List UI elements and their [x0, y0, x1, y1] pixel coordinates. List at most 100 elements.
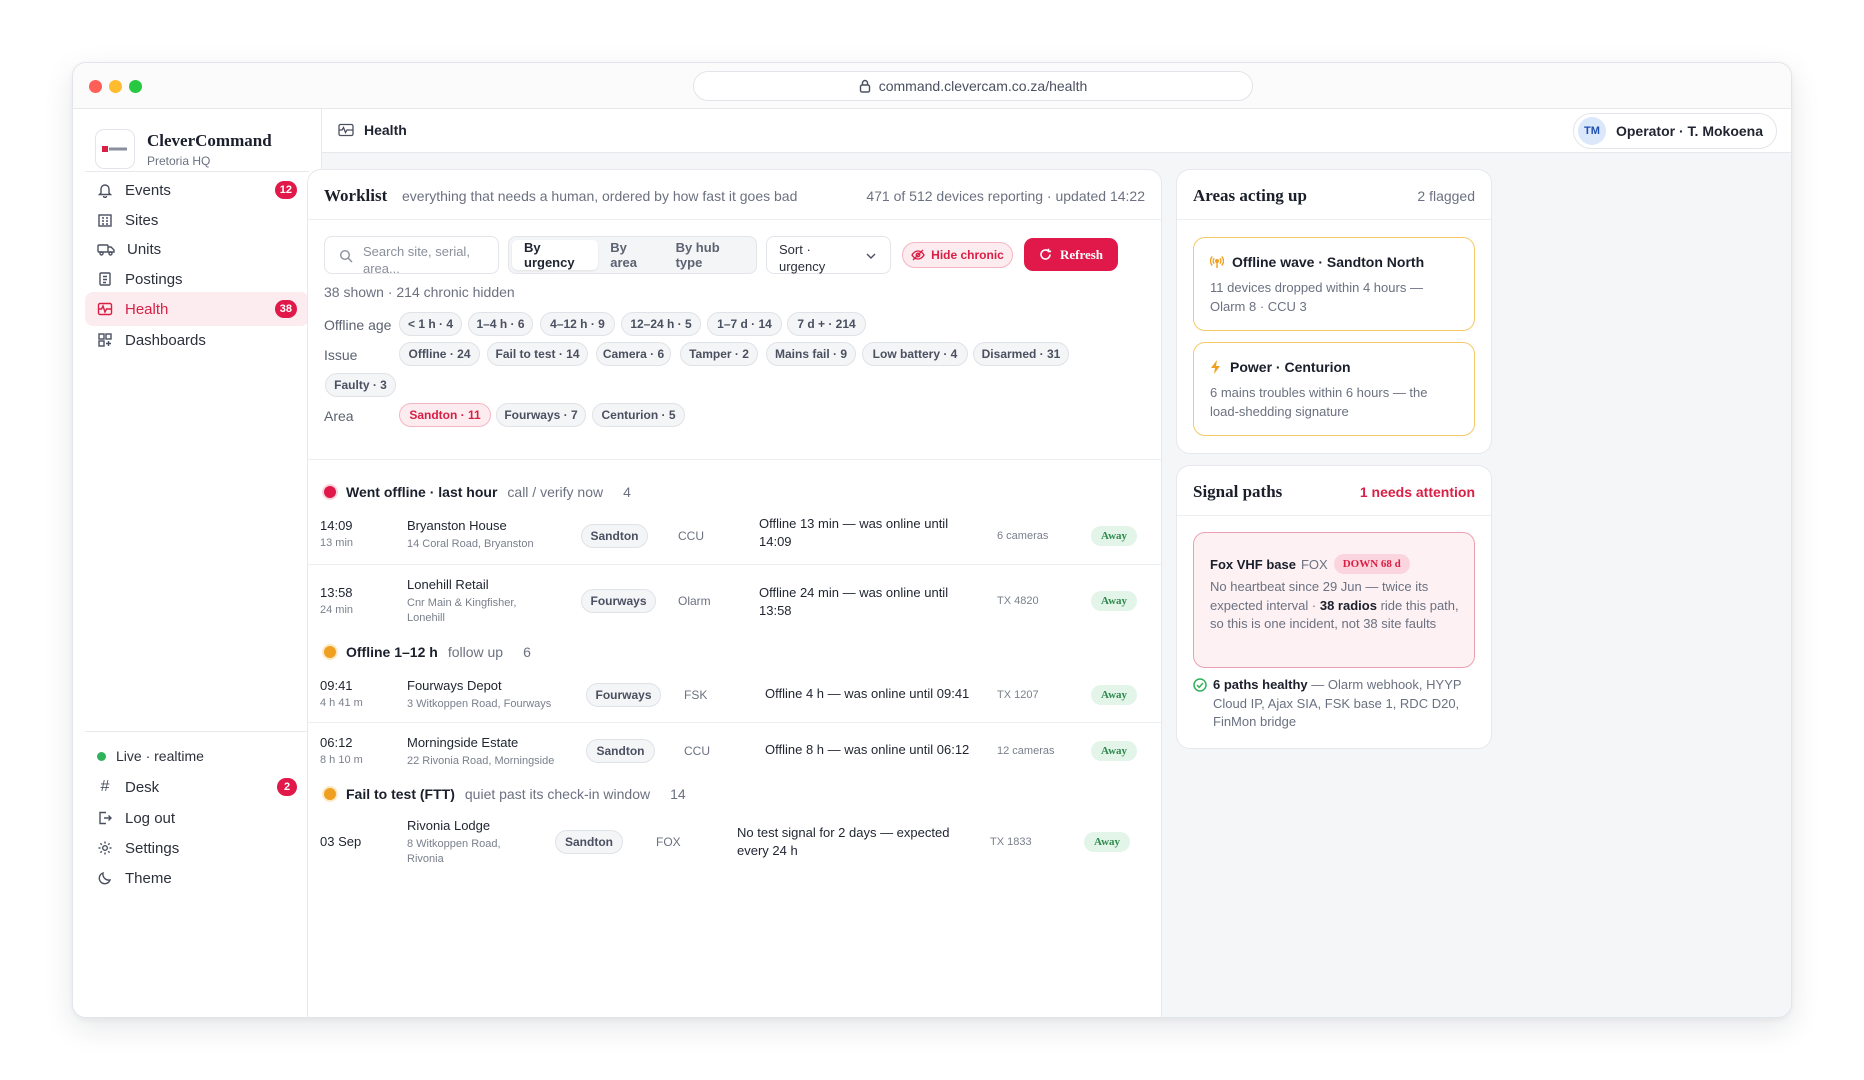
- row-state-badge: Away: [1084, 832, 1130, 852]
- row-meta: TX 1207: [997, 689, 1039, 701]
- worklist-header: Worklist everything that needs a human, …: [308, 170, 1161, 220]
- row-description: Offline 13 min — was online until 14:09: [759, 516, 949, 549]
- table-row[interactable]: 06:12 8 h 10 m Morningside Estate 22 Riv…: [308, 723, 1161, 779]
- sidebar-footer-divider: [85, 731, 309, 732]
- sidebar-item-label: Dashboards: [125, 331, 206, 349]
- filter-chip-issue-battery[interactable]: Low battery · 4: [862, 342, 968, 366]
- alert-offline-wave[interactable]: Offline wave · Sandton North 11 devices …: [1193, 237, 1475, 331]
- sidebar-item-theme[interactable]: Theme: [85, 861, 309, 895]
- filter-chip-area-fourways[interactable]: Fourways · 7: [496, 403, 586, 427]
- search-input[interactable]: Search site, serial, area...: [324, 236, 499, 276]
- fox-title-row: Fox VHF base FOX DOWN 68 d: [1210, 554, 1410, 574]
- filter-chip-issue-ftt[interactable]: Fail to test · 14: [487, 342, 588, 366]
- row-area-chip[interactable]: Fourways: [586, 683, 661, 707]
- row-hub-type: CCU: [684, 744, 710, 758]
- bell-icon: [97, 184, 113, 198]
- sidebar-item-units[interactable]: Units: [85, 232, 309, 266]
- sidebar-item-health[interactable]: Health 38: [85, 292, 309, 326]
- logout-icon: [99, 811, 112, 825]
- filter-chip-issue-offline[interactable]: Offline · 24: [399, 342, 480, 366]
- page-header: Health TM Operator · T. Mokoena: [322, 109, 1791, 153]
- sort-select-value: Sort · urgency: [779, 242, 826, 274]
- group-note: follow up: [447, 644, 504, 660]
- refresh-button[interactable]: Refresh: [1024, 238, 1118, 271]
- row-time: 09:41: [320, 678, 353, 693]
- row-meta: TX 1833: [990, 836, 1032, 848]
- sort-select[interactable]: Sort · urgency: [766, 236, 891, 274]
- issue-label: Issue: [324, 347, 358, 363]
- alert-title: Offline wave · Sandton North: [1232, 254, 1425, 270]
- signal-paths-title: Signal paths: [1193, 482, 1283, 501]
- status-badge: DOWN 68 d: [1333, 554, 1410, 574]
- filter-chip-issue-camera[interactable]: Camera · 6: [596, 342, 671, 366]
- row-hub-type: Olarm: [678, 594, 711, 608]
- row-time: 13:58: [320, 585, 353, 600]
- address-bar[interactable]: command.clevercam.co.za/health: [693, 71, 1253, 101]
- group-title: Offline 1–12 h: [346, 644, 438, 660]
- table-row[interactable]: 09:41 4 h 41 m Fourways Depot 3 Witkoppe…: [308, 670, 1161, 723]
- row-meta: 6 cameras: [997, 530, 1049, 542]
- offline-age-label: Offline age: [324, 317, 392, 333]
- row-area-chip[interactable]: Sandton: [581, 524, 648, 548]
- row-duration: 13 min: [320, 537, 354, 549]
- minimize-window-dot[interactable]: [109, 80, 122, 93]
- filter-chip-age-4-12h[interactable]: 4–12 h · 9: [540, 312, 615, 336]
- sidebar-item-desk[interactable]: # Desk 2: [85, 770, 309, 804]
- sidebar-item-logout[interactable]: Log out: [85, 801, 309, 835]
- bolt-icon: [1211, 360, 1220, 374]
- operator-menu[interactable]: TM Operator · T. Mokoena: [1572, 113, 1777, 149]
- row-hub-type: FOX: [656, 835, 681, 849]
- row-address: 8 Witkoppen Road, Rivonia: [407, 838, 501, 865]
- worklist-panel: Worklist everything that needs a human, …: [307, 169, 1162, 1017]
- filters-divider: [308, 459, 1161, 460]
- filter-chip-age-lt1h[interactable]: < 1 h · 4: [399, 312, 462, 336]
- row-description: No test signal for 2 days — expected eve…: [737, 825, 950, 858]
- group-count: 6: [523, 644, 531, 660]
- table-row[interactable]: 03 Sep Rivonia Lodge 8 Witkoppen Road, R…: [308, 810, 1161, 870]
- sidebar-item-label: Theme: [125, 869, 172, 887]
- alert-power-centurion[interactable]: Power · Centurion 6 mains troubles withi…: [1193, 342, 1475, 436]
- filter-chip-issue-disarmed[interactable]: Disarmed · 31: [973, 342, 1069, 366]
- tab-by-hub-type[interactable]: By hub type: [664, 240, 753, 270]
- filter-chip-area-centurion[interactable]: Centurion · 5: [592, 403, 685, 427]
- fox-radios-count: 38 radios: [1319, 597, 1377, 613]
- row-area-chip[interactable]: Fourways: [581, 589, 656, 613]
- areas-title: Areas acting up: [1193, 186, 1307, 205]
- close-window-dot[interactable]: [89, 80, 102, 93]
- filter-chip-age-7d-plus[interactable]: 7 d + · 214: [787, 312, 866, 336]
- page-title: Health: [338, 122, 407, 138]
- sidebar-item-dashboards[interactable]: Dashboards: [85, 323, 309, 357]
- tab-by-urgency[interactable]: By urgency: [512, 240, 599, 270]
- maximize-window-dot[interactable]: [129, 80, 142, 93]
- pulse-icon: [97, 302, 113, 316]
- tab-by-area[interactable]: By area: [598, 240, 663, 270]
- filter-chip-age-12-24h[interactable]: 12–24 h · 5: [621, 312, 701, 336]
- refresh-icon: [1040, 248, 1052, 260]
- group-count: 4: [623, 484, 631, 500]
- row-address: 3 Witkoppen Road, Fourways: [407, 698, 552, 710]
- row-area-chip[interactable]: Sandton: [555, 830, 623, 854]
- sidebar: CleverCommand Pretoria HQ Events 12 Site…: [73, 109, 322, 1017]
- urgency-dot-icon: [324, 486, 336, 498]
- signal-path-fox[interactable]: Fox VHF base FOX DOWN 68 d No heartbeat …: [1193, 532, 1475, 668]
- row-description: Offline 24 min — was online until 13:58: [759, 585, 949, 618]
- table-row[interactable]: 14:09 13 min Bryanston House 14 Coral Ro…: [308, 512, 1161, 565]
- group-note: call / verify now: [507, 484, 604, 500]
- row-state-badge: Away: [1091, 526, 1137, 546]
- row-area-chip[interactable]: Sandton: [586, 739, 655, 763]
- broadcast-icon: [1210, 256, 1224, 268]
- brand[interactable]: CleverCommand Pretoria HQ: [95, 129, 272, 169]
- sidebar-item-label: Desk: [125, 778, 160, 796]
- filter-chip-issue-mains[interactable]: Mains fail · 9: [766, 342, 856, 366]
- filter-chip-issue-faulty[interactable]: Faulty · 3: [325, 373, 396, 397]
- filter-chip-age-1-7d[interactable]: 1–7 d · 14: [707, 312, 782, 336]
- sidebar-item-settings[interactable]: Settings: [85, 831, 309, 865]
- sidebar-item-events[interactable]: Events 12: [85, 173, 309, 207]
- sidebar-item-label: Sites: [125, 211, 159, 229]
- hide-chronic-toggle[interactable]: Hide chronic: [902, 242, 1013, 268]
- sidebar-item-postings[interactable]: Postings: [85, 262, 309, 296]
- filter-chip-age-1-4h[interactable]: 1–4 h · 6: [468, 312, 533, 336]
- filter-chip-issue-tamper[interactable]: Tamper · 2: [680, 342, 758, 366]
- filter-chip-area-sandton[interactable]: Sandton · 11: [399, 403, 491, 427]
- table-row[interactable]: 13:58 24 min Lonehill Retail Cnr Main & …: [308, 565, 1161, 628]
